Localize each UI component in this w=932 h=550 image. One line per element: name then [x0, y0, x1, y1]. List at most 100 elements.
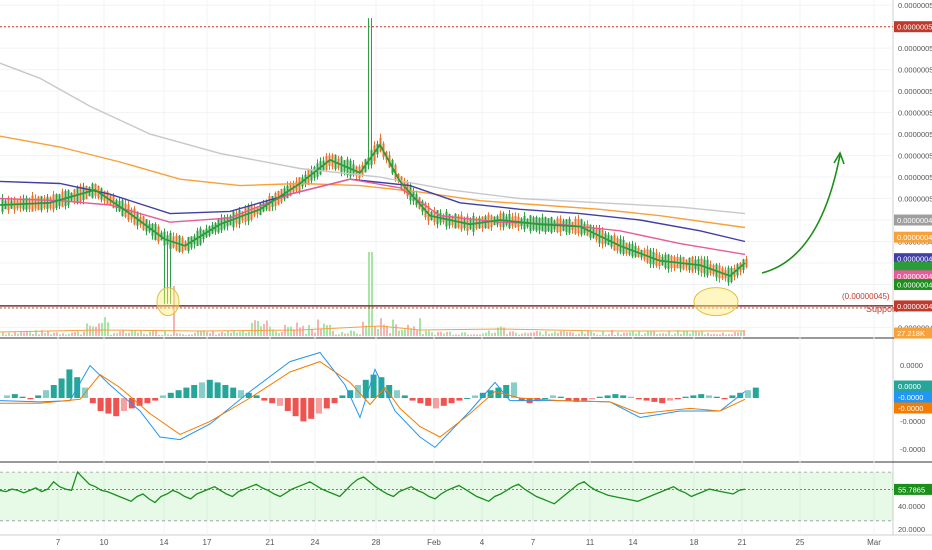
volume-bar — [83, 331, 85, 336]
macd-histogram-bar — [121, 398, 127, 411]
rsi-band — [0, 472, 893, 521]
volume-bar — [428, 330, 430, 336]
volume-bar — [572, 332, 574, 336]
macd-histogram-bar — [448, 398, 455, 404]
volume-bar — [71, 332, 73, 336]
volume-bar — [719, 334, 721, 336]
volume-bar — [713, 333, 715, 336]
volume-bar — [494, 332, 496, 336]
volume-bar — [353, 331, 355, 336]
volume-bar — [239, 331, 241, 336]
volume-bar — [59, 334, 61, 336]
volume-bar — [575, 334, 577, 336]
volume-bar — [140, 331, 142, 336]
volume-bar — [161, 334, 163, 336]
volume-bar — [386, 325, 388, 336]
macd-histogram-bar — [370, 374, 377, 398]
price-axis[interactable]: 0.000000440.000000450.000000460.00000047… — [894, 1, 932, 339]
macd-histogram-bar — [417, 398, 424, 404]
volume-bar — [641, 334, 643, 336]
volume-bar — [134, 330, 136, 336]
macd-histogram-bar — [472, 395, 478, 398]
volume-bar — [362, 321, 364, 336]
volume-bar — [80, 334, 82, 336]
volume-bar — [122, 330, 124, 336]
volume-bar — [149, 331, 151, 336]
volume-bar — [464, 332, 466, 336]
volume-bar — [617, 332, 619, 336]
volume-bar — [200, 331, 202, 336]
macd-histogram-bar — [745, 390, 751, 398]
volume-bar — [290, 326, 292, 336]
time-tick-label: Mar — [867, 538, 881, 547]
macd-histogram-bar — [43, 390, 49, 398]
macd-axis[interactable]: 0.0000 -0.0000 -0.0000 0.0000 -0.0000 -0.0000 — [894, 361, 932, 454]
volume-bar — [53, 332, 55, 336]
price-axis-tag-label: 27.218K — [897, 329, 925, 338]
macd-histogram-bar — [612, 394, 619, 398]
volume-bar — [467, 334, 469, 336]
macd-histogram-bar — [440, 398, 447, 406]
time-tick-label: 18 — [690, 538, 699, 547]
volume-bar — [251, 322, 253, 336]
volume-bar — [707, 332, 709, 336]
macd-histogram-bar — [66, 369, 73, 398]
volume-bar — [20, 331, 22, 336]
macd-value-tag-label: -0.0000 — [898, 404, 923, 413]
volume-bar — [479, 334, 481, 336]
volume-bar — [167, 334, 169, 336]
price-tick-label: 0.00000054 — [898, 109, 932, 118]
volume-bar — [344, 333, 346, 336]
price-tick-label: 0.00000056 — [898, 66, 932, 75]
volume-bar — [440, 331, 442, 336]
volume-bar — [455, 334, 457, 336]
volume-bar — [119, 331, 121, 336]
volume-bar — [674, 333, 676, 336]
macd-histogram-bar — [729, 395, 736, 398]
volume-bar — [704, 334, 706, 336]
volume-bar — [236, 332, 238, 336]
price-axis-tag-label: 0.00000048 — [897, 233, 932, 242]
macd-histogram-bar — [4, 395, 10, 398]
volume-bar — [269, 326, 271, 336]
volume-bar — [182, 334, 184, 336]
volume-bar — [116, 333, 118, 336]
volume-bar — [224, 333, 226, 336]
macd-histogram-bar — [253, 395, 260, 398]
volume-bar — [548, 333, 550, 336]
volume-bar — [113, 333, 115, 336]
volume-bar — [155, 330, 157, 336]
volume-bar — [599, 334, 601, 336]
volume-bar — [26, 331, 28, 336]
time-tick-label: 11 — [586, 538, 595, 547]
macd-histogram-bar — [97, 398, 104, 411]
volume-bar — [287, 327, 289, 336]
volume-bar — [152, 330, 154, 336]
price-tick-label: 0.00000057 — [898, 44, 932, 53]
macd-histogram-bar — [160, 395, 166, 398]
horizontal-levels — [0, 26, 893, 309]
macd-histogram-bar — [50, 385, 57, 398]
macd-value-tag-label: 0.0000 — [898, 382, 921, 391]
support-line-text: (0.00000045) — [842, 292, 890, 301]
volume-bar — [407, 324, 409, 336]
volume-bar — [44, 332, 46, 336]
time-tick-label: 25 — [796, 538, 805, 547]
volume-bar — [245, 332, 247, 336]
time-axis[interactable]: 7 10 14 17 21 24 28 Feb 4 7 11 14 18 21 25 Mar — [56, 538, 881, 547]
volume-bar — [320, 328, 322, 336]
macd-histogram-bar — [11, 394, 18, 398]
macd-histogram-bar — [175, 390, 182, 398]
volume-bar — [188, 334, 190, 336]
volume-bar — [401, 330, 403, 336]
price-axis-tag-label: 0.00000049 — [897, 216, 932, 225]
macd-histogram-bar — [19, 396, 26, 398]
volume-bar — [518, 334, 520, 336]
volume-bar — [74, 331, 76, 336]
volume-bar — [524, 332, 526, 336]
macd-histogram-bar — [550, 395, 556, 398]
macd-histogram-bar — [651, 398, 658, 402]
rsi-axis[interactable]: 40.0000 20.0000 55.7865 — [894, 483, 932, 534]
volume-bar — [662, 333, 664, 336]
volume-bar — [665, 333, 667, 336]
